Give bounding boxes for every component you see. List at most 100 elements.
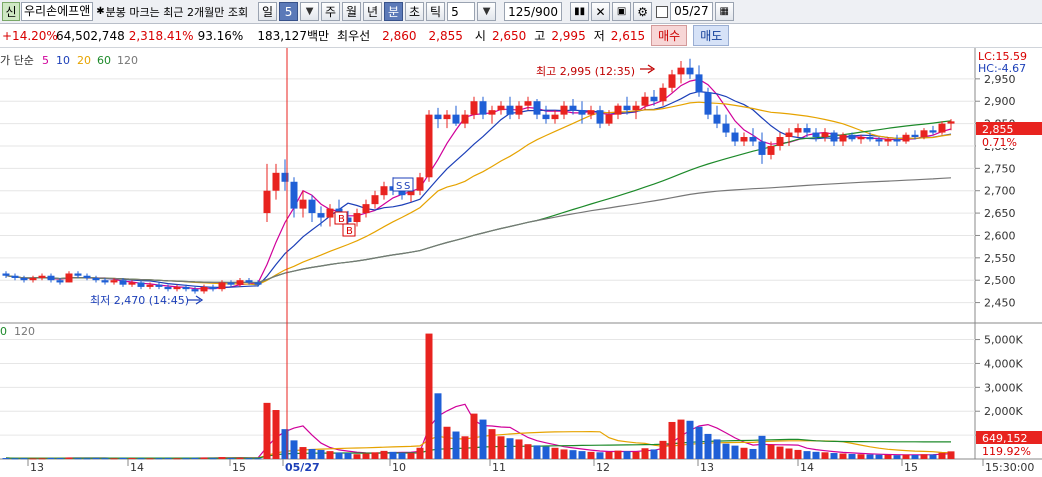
volume-tick-label: 4,000K	[984, 357, 1023, 370]
stock-name-field[interactable]: 우리손에프앤	[21, 2, 94, 21]
candle-body	[416, 177, 424, 191]
volume-bar	[605, 451, 613, 459]
volume-bar	[110, 458, 118, 460]
candle-body	[47, 275, 55, 281]
volume-bar	[263, 402, 271, 459]
volume-bar	[866, 454, 874, 459]
volume-bar	[416, 447, 424, 459]
volume-bar	[893, 455, 901, 459]
volume-bar	[317, 449, 325, 459]
candle-body	[191, 289, 199, 292]
candle-body	[452, 114, 460, 124]
candle-body	[470, 101, 478, 115]
volume-bar	[65, 457, 73, 459]
low-price: 2,615	[610, 28, 646, 43]
volume-bar	[488, 429, 496, 459]
volume-bar	[560, 449, 568, 459]
save-button[interactable]: ▣	[612, 2, 632, 21]
dot-icon: ✱	[96, 6, 105, 17]
volume-bar	[209, 458, 217, 460]
volume-legend-label: 120	[14, 325, 35, 338]
volume-bar	[695, 426, 703, 459]
period-button-year[interactable]: 년	[363, 2, 383, 21]
open-price: 2,650	[491, 28, 527, 43]
candle-body	[542, 114, 550, 120]
candle-body	[875, 139, 883, 142]
date-field[interactable]: 05/27	[670, 2, 713, 21]
volume-bar	[857, 454, 865, 459]
candle-body	[461, 114, 469, 124]
open-label: 시	[474, 29, 486, 43]
period-button-minute[interactable]: 분	[384, 2, 404, 21]
count-field[interactable]: 125/900	[504, 2, 563, 21]
candle-body	[425, 114, 433, 178]
tick-dropdown-button[interactable]: ▼	[477, 2, 497, 21]
period-button-week[interactable]: 주	[321, 2, 341, 21]
candle-body	[821, 132, 829, 138]
period-button-second[interactable]: 초	[405, 2, 425, 21]
volume-bar	[371, 452, 379, 459]
settings-button[interactable]: ⚙	[633, 2, 653, 21]
volume-bar	[344, 453, 352, 459]
volume-bar	[335, 452, 343, 459]
chart-area[interactable]: 2,4502,5002,5502,6002,6502,7002,7502,800…	[0, 48, 1042, 477]
cross-icon-button[interactable]: ✕	[591, 2, 611, 21]
volume-bar	[461, 436, 469, 459]
volume-bar	[785, 448, 793, 459]
candle-body	[686, 67, 694, 75]
candle-body	[137, 282, 145, 287]
period-button-month[interactable]: 월	[342, 2, 362, 21]
stock-badge: 신	[2, 2, 20, 21]
volume-bar	[398, 452, 406, 459]
price-tick-label: 2,700	[984, 185, 1016, 198]
volume-bar	[47, 457, 55, 459]
candle-body	[596, 110, 604, 124]
candle-body	[299, 199, 307, 209]
volume-tick-label: 5,000K	[984, 334, 1023, 347]
candle-body	[884, 139, 892, 142]
chevron-down-icon: ▼	[482, 6, 491, 17]
candle-body	[65, 273, 73, 283]
date-checkbox[interactable]	[656, 5, 669, 18]
candle-body	[587, 110, 595, 115]
low-label: 저	[593, 29, 605, 43]
period-dropdown-button[interactable]: ▼	[300, 2, 320, 21]
candle-body	[920, 130, 928, 138]
volume-bar	[119, 457, 127, 459]
candle-body	[740, 137, 748, 142]
amount-value: 183,127백만	[257, 29, 330, 43]
legend-ma5: 5	[42, 54, 49, 67]
volume-pct-tag-label: 119.92%	[982, 445, 1031, 458]
x-tick-label: 13	[700, 461, 714, 474]
volume-legend-prefix: 0	[0, 325, 7, 338]
buy-button[interactable]: 매수	[651, 25, 688, 46]
period-value[interactable]: 5	[279, 2, 299, 21]
candle-icon-button[interactable]: ▮▮	[570, 2, 590, 21]
ratio-value: 93.16%	[197, 28, 244, 43]
tick-value-field[interactable]: 5	[447, 2, 476, 21]
period-button-tick[interactable]: 틱	[426, 2, 446, 21]
gear-icon: ⚙	[637, 4, 648, 19]
amount-percent: 2,318.41%	[128, 28, 194, 43]
volume-bar	[245, 458, 253, 460]
sell-button[interactable]: 매도	[693, 25, 730, 46]
candle-body	[245, 280, 253, 283]
x-tick-label: 05/27	[285, 461, 320, 474]
volume-bar	[794, 449, 802, 459]
volume-bar	[830, 453, 838, 459]
volume-tick-label: 3,000K	[984, 381, 1023, 394]
candle-body	[767, 145, 775, 155]
x-tick-label: 15	[232, 461, 246, 474]
best-sell-price: 2,860	[382, 28, 417, 43]
candle-body	[929, 130, 937, 133]
sell-signal-label-2: S	[404, 181, 410, 192]
legend-prefix: 가 단순	[0, 54, 34, 67]
legend-ma60: 60	[97, 54, 111, 67]
volume-bar	[848, 453, 856, 459]
price-tick-label: 2,500	[984, 274, 1016, 287]
price-tick-label: 2,600	[984, 229, 1016, 242]
volume-bar	[677, 419, 685, 459]
candle-body	[848, 134, 856, 140]
calendar-button[interactable]: ▦	[714, 2, 734, 21]
period-button-day[interactable]: 일	[258, 2, 278, 21]
